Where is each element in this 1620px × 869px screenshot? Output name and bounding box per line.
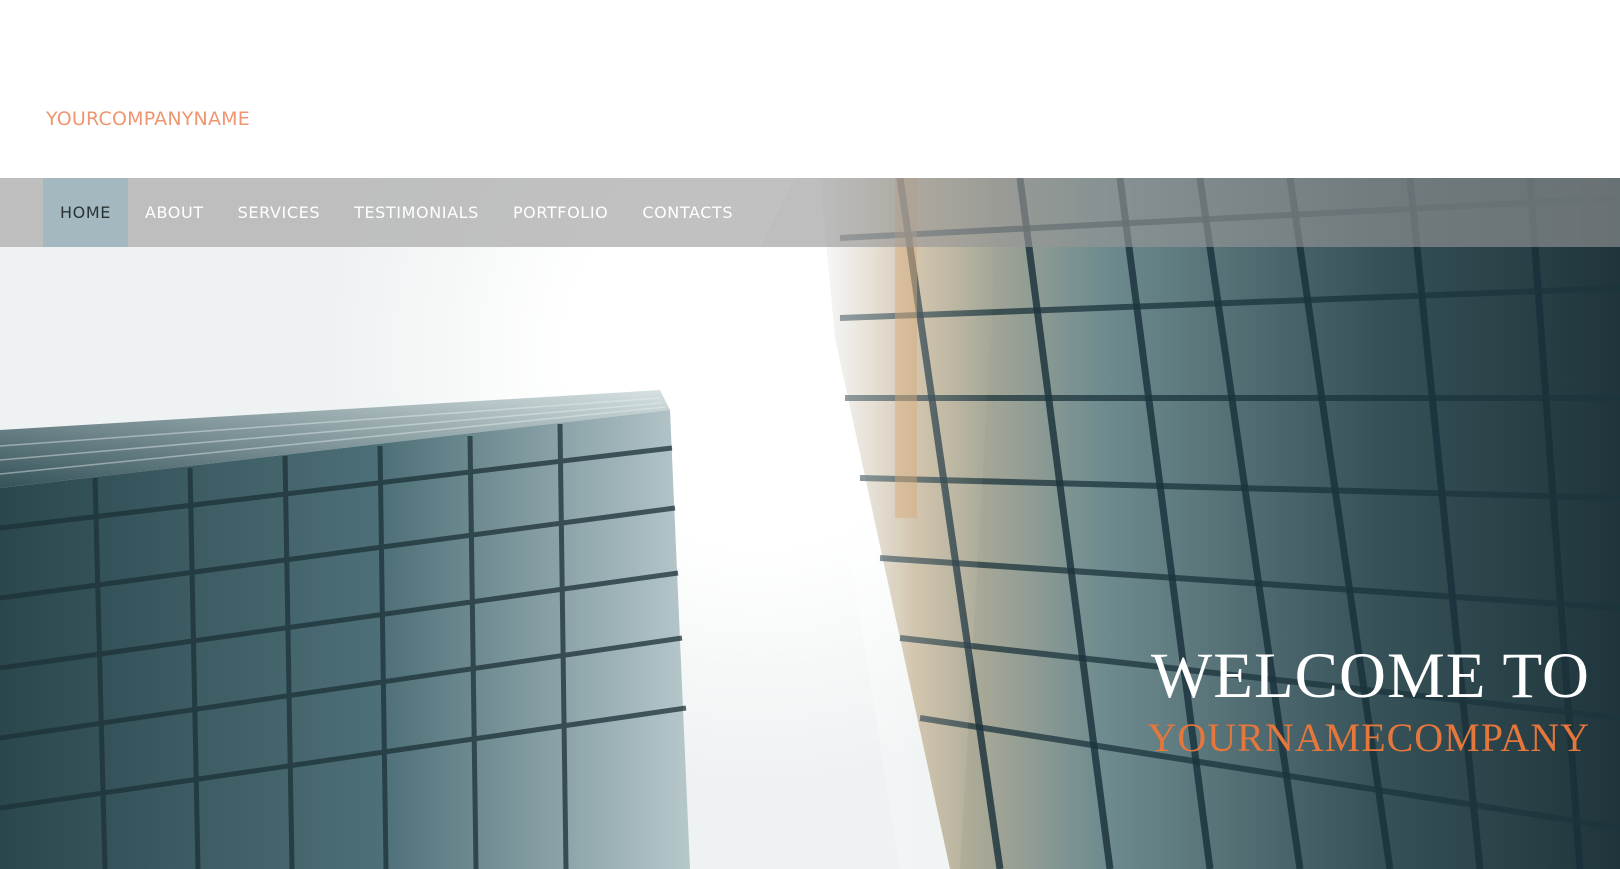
- nav-menu: HOME ABOUT SERVICES TESTIMONIALS PORTFOL…: [43, 178, 750, 247]
- nav-item-home[interactable]: HOME: [43, 178, 128, 247]
- skyscrapers-image: [0, 178, 1620, 869]
- nav-item-about[interactable]: ABOUT: [128, 178, 221, 247]
- nav-item-contacts[interactable]: CONTACTS: [625, 178, 750, 247]
- hero-subheadline: YOURNAMECOMPANY: [1147, 715, 1590, 760]
- nav-item-testimonials[interactable]: TESTIMONIALS: [337, 178, 496, 247]
- hero-banner: [0, 178, 1620, 869]
- main-navigation: HOME ABOUT SERVICES TESTIMONIALS PORTFOL…: [0, 178, 1620, 247]
- company-logo[interactable]: YOURCOMPANYNAME: [46, 108, 250, 130]
- nav-item-portfolio[interactable]: PORTFOLIO: [496, 178, 625, 247]
- hero-headline: WELCOME TO: [1150, 640, 1590, 712]
- hero-caption: WELCOME TO YOURNAMECOMPANY: [1148, 640, 1590, 762]
- nav-item-services[interactable]: SERVICES: [221, 178, 337, 247]
- site-header: YOURCOMPANYNAME: [0, 0, 1620, 178]
